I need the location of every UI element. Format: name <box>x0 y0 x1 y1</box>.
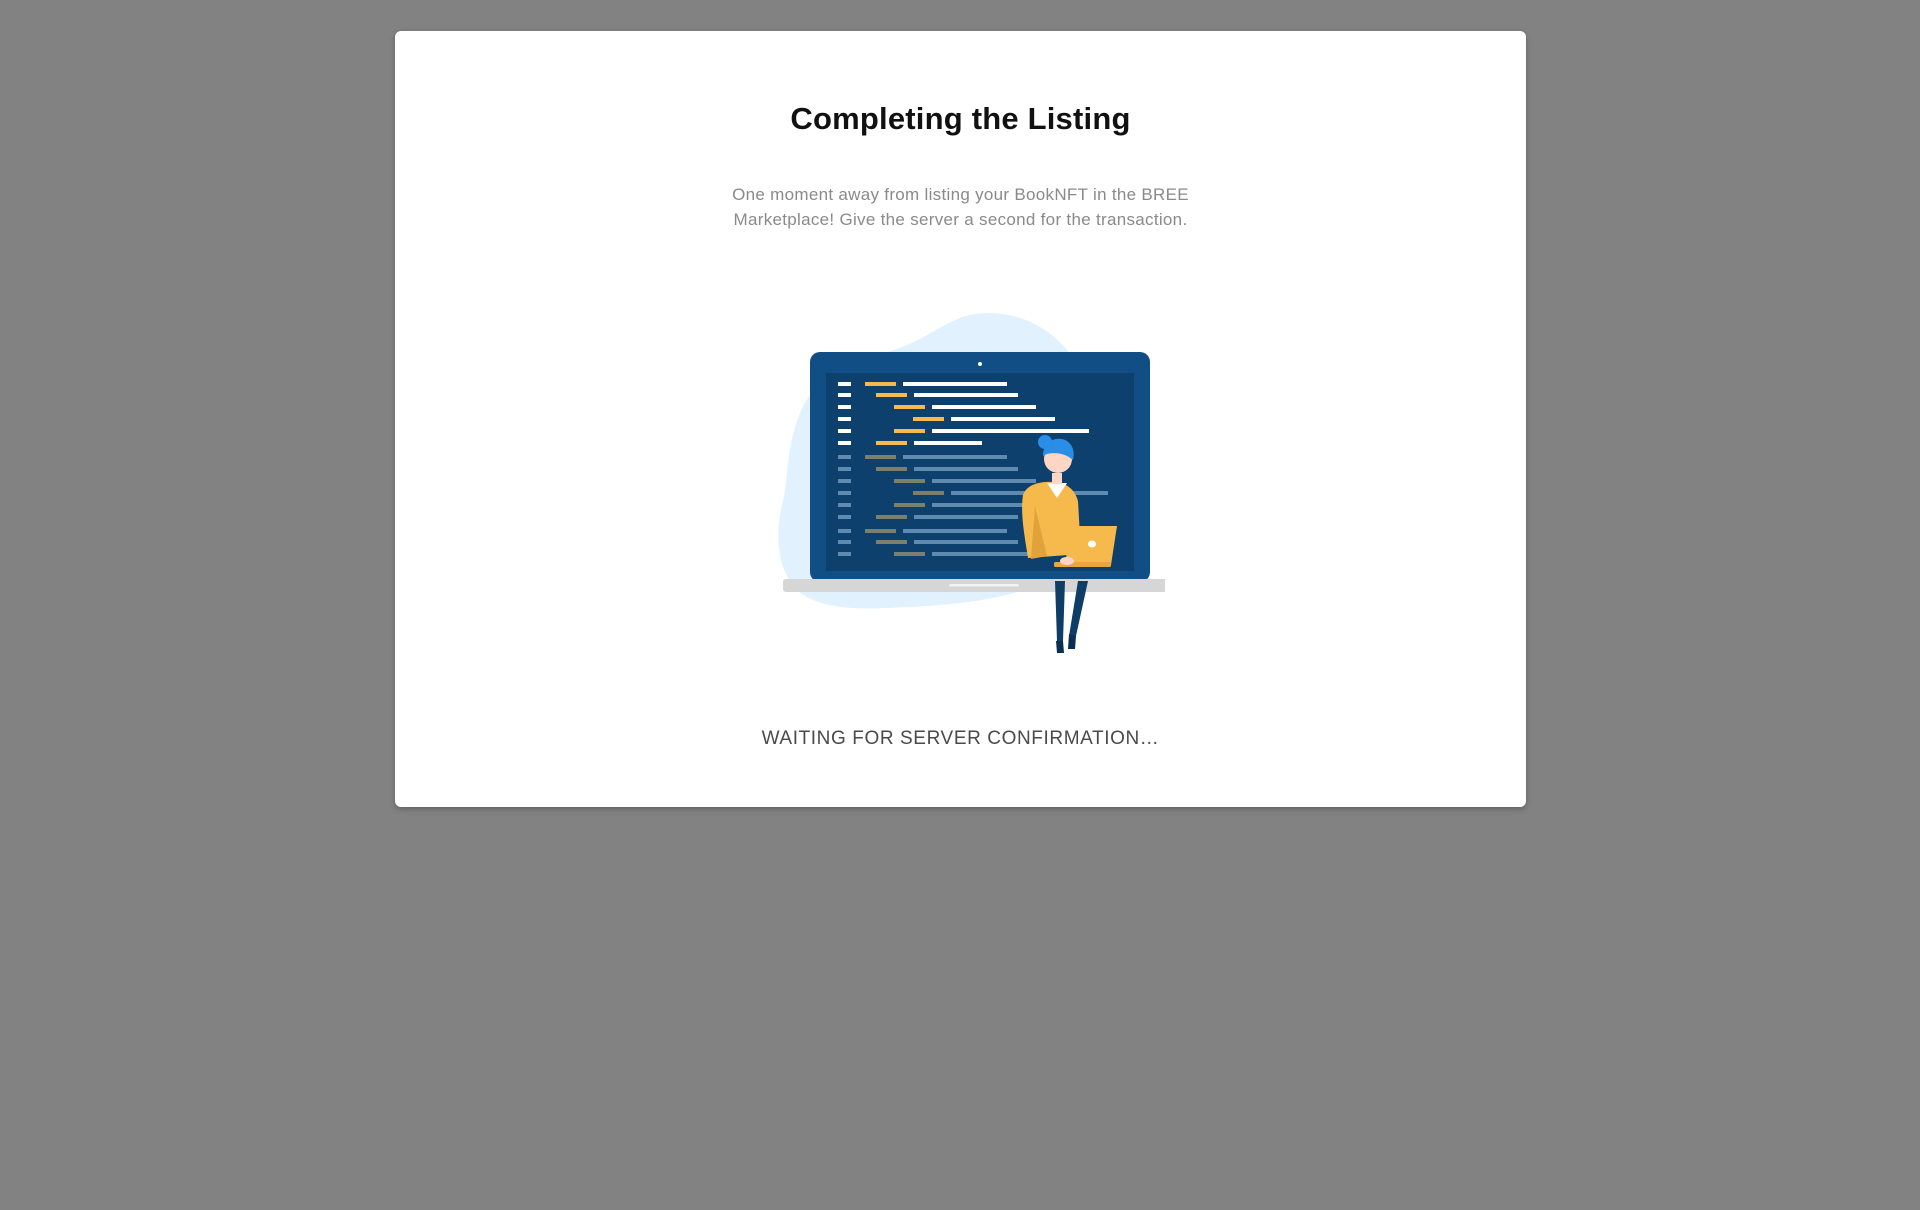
status-message: WAITING FOR SERVER CONFIRMATION… <box>761 728 1160 749</box>
laptop-notch <box>949 584 1019 587</box>
dialog-description: One moment away from listing your BookNF… <box>732 185 1189 229</box>
developer-illustration-icon <box>778 313 1165 653</box>
listing-progress-dialog: Completing the Listing One moment away f… <box>395 31 1526 807</box>
dialog-title: Completing the Listing <box>790 101 1131 136</box>
laptop-camera <box>978 362 982 366</box>
